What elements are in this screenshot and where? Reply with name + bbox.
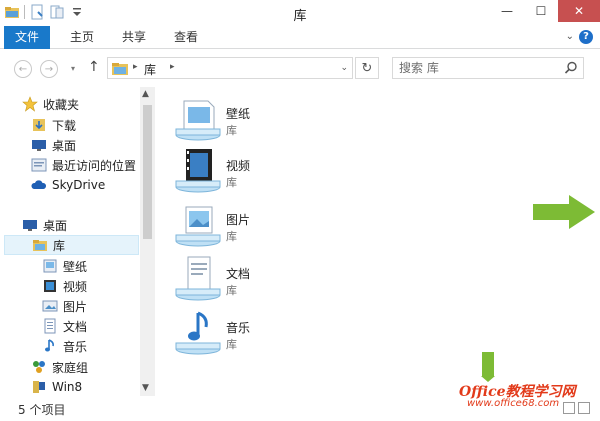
cloud-icon [31,177,47,193]
recent-places-icon [31,157,47,173]
nav-label: SkyDrive [52,178,106,192]
scrollbar-thumb[interactable] [143,105,152,239]
close-button[interactable]: ✕ [558,0,600,22]
nav-desktop[interactable]: 桌面 [0,215,140,235]
desktop-icon [22,217,38,233]
back-button[interactable]: ← [14,60,32,78]
wallpaper-icon [42,258,58,274]
address-dropdown-button[interactable]: ⌄ [340,63,348,73]
nav-label: 图片 [63,299,88,314]
maximize-button[interactable]: ☐ [524,0,558,22]
library-type: 库 [226,338,237,351]
library-item-videos[interactable]: 视频 库 [174,147,314,197]
tab-view[interactable]: 查看 [166,26,206,49]
minimize-button[interactable]: — [490,0,524,22]
address-row: ← → ▾ ↑ ▸ 库 ▸ ⌄ ↻ [0,49,600,87]
breadcrumb-libraries[interactable]: 库 [144,61,156,78]
nav-library-videos[interactable]: 视频 [0,276,140,296]
library-item-pictures[interactable]: 图片 库 [174,201,314,251]
documents-library-icon [174,255,222,303]
nav-label: 文档 [63,319,88,334]
documents-icon [42,318,58,334]
nav-label: 视频 [63,279,88,294]
library-item-music[interactable]: 音乐 库 [174,309,314,359]
library-name: 音乐 [226,321,251,335]
star-icon [22,96,38,112]
tab-file[interactable]: 文件 [4,26,50,49]
nav-library-pictures[interactable]: 图片 [0,296,140,316]
help-button[interactable]: ? [579,30,593,44]
scroll-up-icon[interactable]: ▲ [142,89,149,99]
nav-library-documents[interactable]: 文档 [0,316,140,336]
library-name: 视频 [226,159,251,173]
nav-label: 库 [53,238,66,253]
tab-home[interactable]: 主页 [62,26,102,49]
search-box[interactable] [392,57,584,79]
nav-label: 桌面 [52,138,77,153]
nav-label: 下载 [52,118,77,133]
scroll-down-icon[interactable]: ▼ [142,383,149,393]
recent-locations-button[interactable]: ▾ [71,64,75,73]
watermark: Office教程学习网 www.office68.com [457,381,597,413]
breadcrumb-separator-icon[interactable]: ▸ [133,62,138,72]
library-type: 库 [226,176,237,189]
nav-favorites[interactable]: 收藏夹 [0,94,140,114]
library-type: 库 [226,284,237,297]
nav-recent-places[interactable]: 最近访问的位置 [0,155,140,175]
search-icon[interactable] [564,61,578,78]
nav-label: 桌面 [43,218,68,233]
libraries-folder-icon [32,237,48,253]
item-count: 5 个项目 [18,403,66,417]
forward-button[interactable]: → [40,60,58,78]
pictures-icon [42,298,58,314]
video-library-icon [174,147,222,195]
library-name: 图片 [226,213,251,227]
nav-skydrive[interactable]: SkyDrive [0,175,140,195]
library-name: 壁纸 [226,107,251,121]
computer-icon [31,379,47,395]
tab-share[interactable]: 共享 [114,26,154,49]
up-button[interactable]: ↑ [88,59,100,75]
window-controls: — ☐ ✕ [490,0,600,22]
nav-scrollbar[interactable]: ▲ ▼ [140,87,155,396]
nav-label: 收藏夹 [43,97,80,112]
nav-libraries[interactable]: 库 [4,235,139,255]
nav-label: 家庭组 [52,360,89,375]
search-input[interactable] [399,60,559,76]
green-arrow-right-icon [533,195,595,232]
music-library-icon [174,309,222,357]
nav-label: 音乐 [63,339,88,354]
nav-library-wallpaper[interactable]: 壁纸 [0,256,140,276]
library-type: 库 [226,124,237,137]
nav-library-music[interactable]: 音乐 [0,336,140,356]
nav-label: 最近访问的位置 [52,158,137,173]
content-pane: 壁纸 库 视频 库 图片 库 文档 库 音乐 库 [156,87,600,396]
nav-desktop-favorite[interactable]: 桌面 [0,135,140,155]
music-note-icon [42,338,58,354]
library-type: 库 [226,230,237,243]
expand-ribbon-button[interactable]: ⌄ [566,31,574,42]
watermark-url: www.office68.com [467,398,560,409]
navigation-pane: 收藏夹 下载 桌面 最近访问的位置 SkyDrive 桌面 库 壁纸 视频 图片… [0,87,155,396]
library-item-documents[interactable]: 文档 库 [174,255,314,305]
library-folder-icon [111,61,129,79]
nav-downloads[interactable]: 下载 [0,115,140,135]
nav-label: Win8 [52,380,83,394]
breadcrumb-separator-icon[interactable]: ▸ [170,62,175,72]
library-item-wallpaper[interactable]: 壁纸 库 [174,95,314,145]
library-name: 文档 [226,267,251,281]
homegroup-icon [31,359,47,375]
nav-homegroup[interactable]: 家庭组 [0,357,140,377]
address-bar[interactable]: ▸ 库 ▸ ⌄ [107,57,353,79]
refresh-button[interactable]: ↻ [355,57,379,79]
nav-computer[interactable]: Win8 [0,377,140,397]
ribbon-tabs: 文件 主页 共享 查看 ⌄ ? [0,26,600,49]
nav-label: 壁纸 [63,259,88,274]
title-bar: 库 — ☐ ✕ [0,0,600,26]
desktop-icon [31,137,47,153]
wallpaper-library-icon [174,95,222,143]
pictures-library-icon [174,201,222,249]
video-icon [42,278,58,294]
downloads-folder-icon [31,117,47,133]
